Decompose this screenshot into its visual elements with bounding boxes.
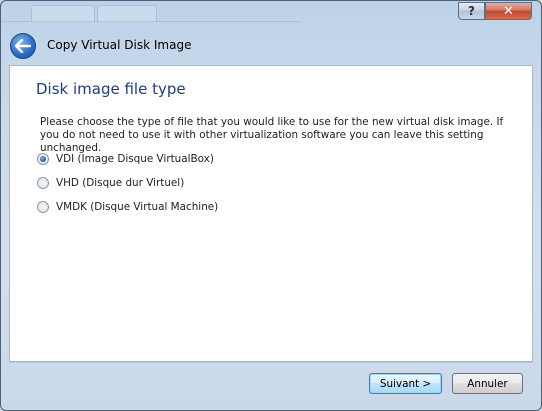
background-tab [97, 5, 157, 22]
page-title: Disk image file type [36, 80, 186, 98]
dialog-title: Copy Virtual Disk Image [47, 38, 192, 52]
footer-divider [9, 362, 533, 363]
back-arrow-icon [15, 39, 31, 53]
radio-button[interactable] [37, 177, 49, 189]
radio-option-vmdk[interactable]: VMDK (Disque Virtual Machine) [37, 201, 218, 213]
background-tab [31, 5, 95, 22]
help-icon: ? [468, 4, 475, 18]
background-line [1, 21, 301, 22]
radio-label: VDI (Image Disque VirtualBox) [56, 153, 214, 165]
dialog-window: ? ✕ Copy Virtual Disk Image Disk image f… [0, 0, 542, 411]
cancel-button[interactable]: Annuler [452, 373, 523, 394]
close-icon: ✕ [503, 3, 514, 19]
radio-option-vdi[interactable]: VDI (Image Disque VirtualBox) [37, 153, 214, 165]
help-button[interactable]: ? [458, 2, 485, 20]
back-button[interactable] [10, 33, 36, 59]
radio-button[interactable] [37, 153, 49, 165]
close-button[interactable]: ✕ [485, 2, 532, 20]
radio-label: VHD (Disque dur Virtuel) [56, 177, 185, 189]
wizard-page: Disk image file type Please choose the t… [9, 65, 533, 362]
next-button[interactable]: Suivant > [369, 373, 442, 394]
radio-option-vhd[interactable]: VHD (Disque dur Virtuel) [37, 177, 184, 189]
radio-button[interactable] [37, 201, 49, 213]
radio-label: VMDK (Disque Virtual Machine) [56, 201, 219, 213]
page-description: Please choose the type of file that you … [40, 116, 504, 154]
